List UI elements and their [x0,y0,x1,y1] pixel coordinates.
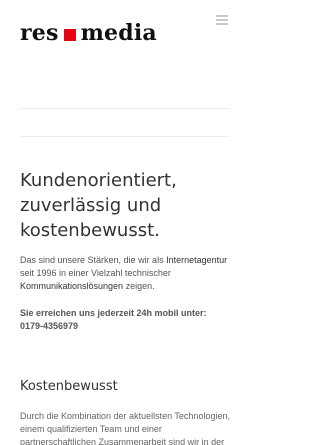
intro-text-1: Das sind unsere Stärken, die wir als [20,255,167,265]
logo-text-media: media [80,20,157,46]
intro-paragraph: Das sind unsere Stärken, die wir als Int… [20,254,235,293]
contact-info: Sie erreichen uns jederzeit 24h mobil un… [20,307,235,333]
logo-text-res: res [20,20,59,46]
intro-text-3: zeigen. [123,281,155,291]
kommunikationsloesungen-link[interactable]: Kommunikationslösungen [20,281,123,291]
site-header: res media [0,0,250,70]
hamburger-menu-icon[interactable] [216,15,228,27]
logo[interactable]: res media [20,22,157,44]
internetagentur-link[interactable]: Internetagentur [166,255,227,265]
page-headline: Kundenorientiert, zuverlässig und kosten… [20,170,177,241]
intro-text-2: seit 1996 in einer Vielzahl technischer [20,268,171,278]
section-text: Durch die Kombination der aktuellsten Te… [20,411,230,445]
contact-line: Sie erreichen uns jederzeit 24h mobil un… [20,308,207,318]
phone-number-link[interactable]: 0179-4356979 [20,321,78,331]
divider-bottom [20,136,230,137]
logo-square-icon [63,28,76,41]
section-title: Kostenbewusst [20,379,118,394]
divider-top [20,108,230,109]
